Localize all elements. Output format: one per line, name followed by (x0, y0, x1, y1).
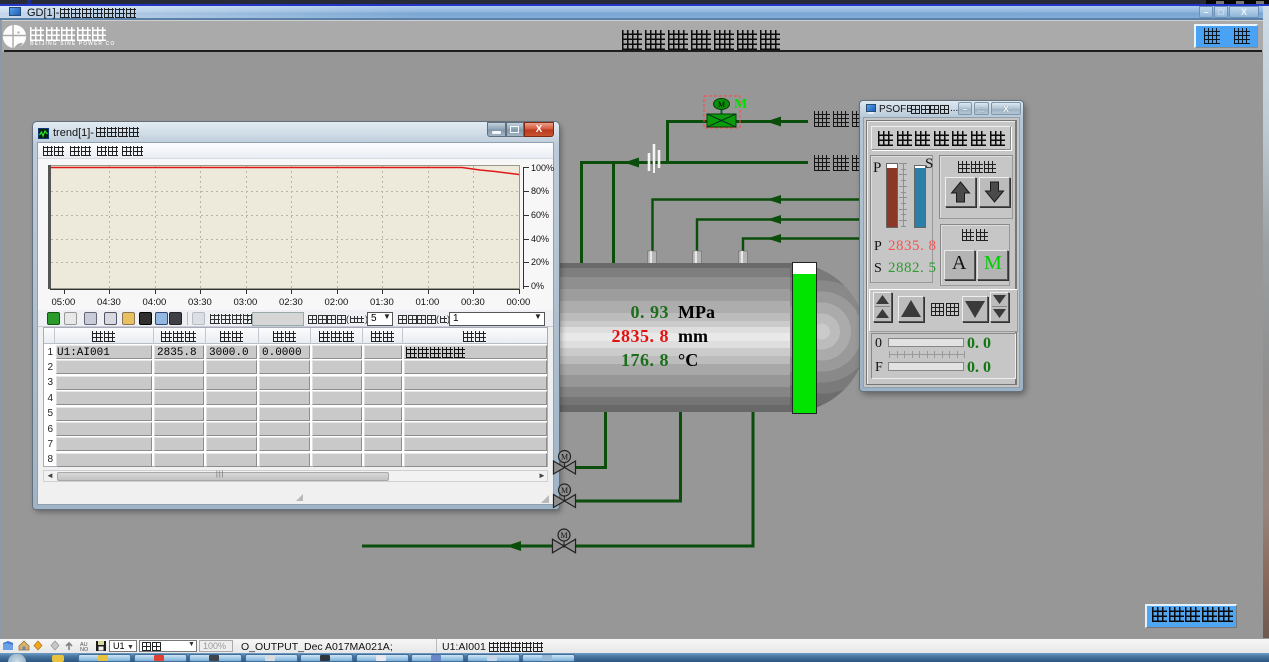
svg-text:M: M (560, 531, 567, 540)
svg-text:M: M (561, 453, 568, 462)
svg-text:M: M (561, 486, 568, 495)
